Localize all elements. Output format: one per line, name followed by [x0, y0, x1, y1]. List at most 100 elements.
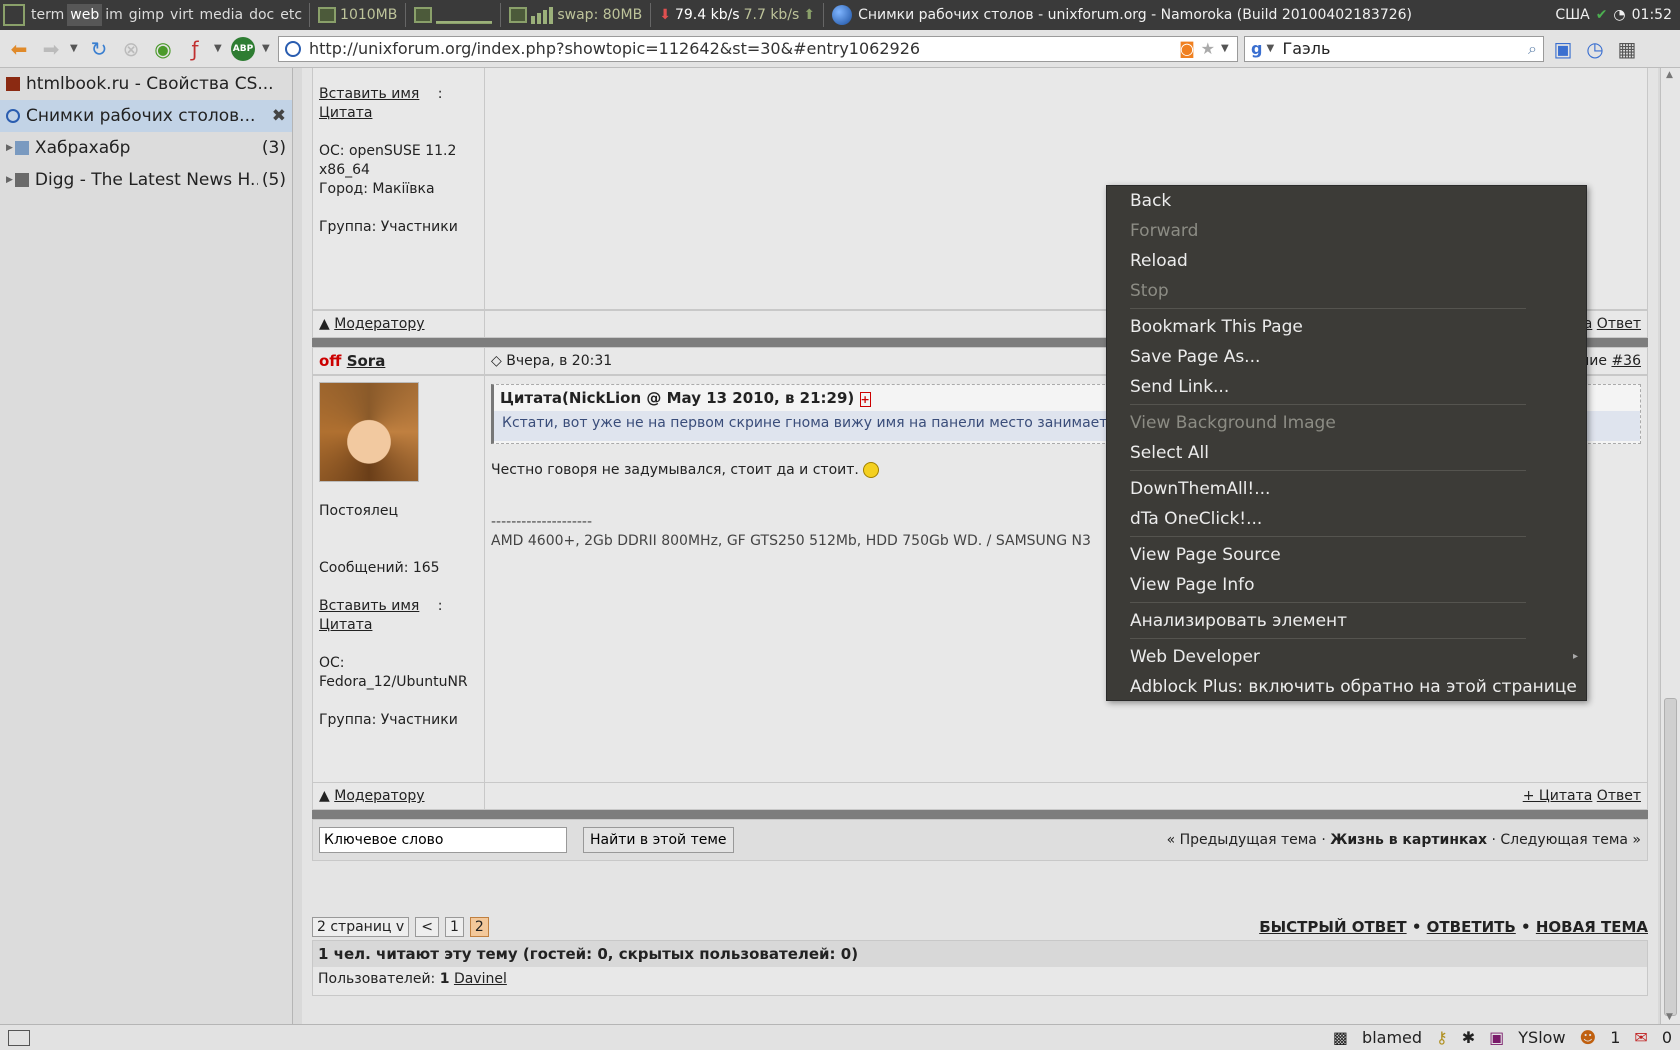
page-1[interactable]: 1 — [444, 917, 464, 937]
keyboard-layout[interactable]: США — [1555, 7, 1589, 23]
forward-button[interactable]: ➡ — [38, 36, 64, 62]
prev-page-button[interactable]: < — [415, 917, 439, 937]
mail-icon[interactable]: ✉ — [1634, 1028, 1647, 1047]
keyword-input[interactable] — [319, 827, 567, 853]
sidebar-tab-digg[interactable]: ▶ Digg - The Latest News H... (5) — [0, 164, 292, 196]
menu-separator — [1130, 536, 1526, 537]
clock[interactable]: 01:52 — [1632, 7, 1672, 23]
expand-arrow-icon[interactable]: ▶ — [6, 175, 13, 185]
stop-button[interactable]: ⊗ — [118, 36, 144, 62]
blamed-icon[interactable]: ▩ — [1333, 1028, 1348, 1047]
moderator-link[interactable]: Модератору — [334, 788, 424, 804]
cpu-monitor — [410, 6, 496, 24]
sidebar-tab-htmlbook[interactable]: htmlbook.ru - Свойства CS... — [0, 68, 292, 100]
quick-reply-link[interactable]: БЫСТРЫЙ ОТВЕТ — [1259, 918, 1406, 936]
reply-topic-link[interactable]: ОТВЕТИТЬ — [1427, 918, 1516, 936]
status-icon[interactable] — [8, 1029, 30, 1046]
menu-item-dta-oneclick[interactable]: dTa OneClick!... — [1107, 504, 1586, 534]
close-tab-icon[interactable]: ✖ — [272, 106, 286, 126]
user-link[interactable]: Davinel — [454, 971, 507, 987]
workspace-etc[interactable]: etc — [277, 4, 305, 26]
adblock-button[interactable]: ABP — [230, 36, 256, 62]
adblock-dropdown-icon[interactable]: ▼ — [262, 43, 272, 54]
reload-button[interactable]: ↻ — [86, 36, 112, 62]
extension-green-icon[interactable]: ◉ — [150, 36, 176, 62]
search-input[interactable]: Гаэль — [1282, 39, 1528, 58]
scroll-down-icon[interactable]: ▼ — [1666, 1012, 1673, 1022]
feed-count[interactable]: 1 — [1610, 1028, 1620, 1047]
back-button[interactable]: ⬅ — [6, 36, 32, 62]
menu-item-reload[interactable]: Reload — [1107, 246, 1586, 276]
reply-link[interactable]: Ответ — [1597, 316, 1641, 332]
workspace-im[interactable]: im — [102, 4, 126, 26]
pages-dropdown[interactable]: 2 страниц v — [312, 917, 410, 937]
url-text[interactable]: http://unixforum.org/index.php?showtopic… — [309, 39, 1179, 58]
menu-item-view-page-source[interactable]: View Page Source — [1107, 540, 1586, 570]
entry-number-link[interactable]: #36 — [1611, 353, 1641, 369]
reply-link[interactable]: Ответ — [1597, 788, 1641, 804]
workspace-doc[interactable]: doc — [246, 4, 277, 26]
url-dropdown-icon[interactable]: ▼ — [1221, 43, 1231, 54]
scroll-thumb[interactable] — [1664, 698, 1677, 1016]
workspace-virt[interactable]: virt — [167, 4, 196, 26]
workspace-term[interactable]: term — [28, 4, 67, 26]
insert-name-link[interactable]: Вставить имя — [319, 86, 419, 102]
history-dropdown-icon[interactable]: ▼ — [70, 43, 80, 54]
menu-item-bookmark-this-page[interactable]: Bookmark This Page — [1107, 312, 1586, 342]
menu-item-back[interactable]: Back — [1107, 186, 1586, 216]
key-icon[interactable]: ⚷ — [1436, 1028, 1448, 1047]
menu-item-save-page-as[interactable]: Save Page As... — [1107, 342, 1586, 372]
window-title[interactable]: Снимки рабочих столов - unixforum.org - … — [828, 5, 1412, 25]
robot-icon[interactable]: ☻ — [1580, 1028, 1597, 1047]
search-engine-dropdown-icon[interactable]: ▼ — [1266, 43, 1276, 54]
scroll-up-icon[interactable]: ▲ — [1666, 70, 1673, 80]
flash-dropdown-icon[interactable]: ▼ — [214, 43, 224, 54]
forum-link[interactable]: Жизнь в картинках — [1330, 832, 1487, 848]
readers-box: 1 чел. читают эту тему (гостей: 0, скрыт… — [312, 940, 1648, 996]
menu-separator — [1130, 470, 1526, 471]
moderator-link[interactable]: Модератору — [334, 316, 424, 332]
url-bar[interactable]: http://unixforum.org/index.php?showtopic… — [278, 35, 1238, 62]
check-icon[interactable]: ✔ — [1596, 7, 1608, 23]
search-icon[interactable]: ⌕ — [1528, 39, 1537, 59]
screenshot-icon[interactable]: ▦ — [1614, 36, 1640, 62]
insert-name-link[interactable]: Вставить имя — [319, 598, 419, 614]
quote-link[interactable]: Цитата — [319, 617, 372, 633]
bug-icon[interactable]: ✱ — [1462, 1028, 1475, 1047]
menu-item-анализировать-элемент[interactable]: Анализировать элемент — [1107, 606, 1586, 636]
search-topic-button[interactable]: Найти в этой теме — [583, 827, 734, 853]
blamed-label[interactable]: blamed — [1362, 1028, 1422, 1047]
unixforum-favicon — [6, 109, 20, 123]
quote-action-link[interactable]: + Цитата — [1523, 788, 1593, 804]
menu-item-web-developer[interactable]: Web Developer ▸ — [1107, 642, 1586, 672]
menu-item-select-all[interactable]: Select All — [1107, 438, 1586, 468]
bookmarks-icon[interactable]: ▣ — [1550, 36, 1576, 62]
history-clock-icon[interactable]: ◷ — [1582, 36, 1608, 62]
menu-item-send-link[interactable]: Send Link... — [1107, 372, 1586, 402]
new-topic-link[interactable]: НОВАЯ ТЕМА — [1536, 918, 1648, 936]
workspace-web[interactable]: web — [67, 4, 103, 26]
workspace-gimp[interactable]: gimp — [126, 4, 167, 26]
sidebar-tab-habrahabr[interactable]: ▶ Хабрахабр (3) — [0, 132, 292, 164]
sidebar-tab-unixforum[interactable]: Снимки рабочих столов... ✖ — [0, 100, 292, 132]
bookmark-star-icon[interactable]: ★ — [1201, 39, 1215, 58]
distro-icon[interactable] — [3, 4, 25, 26]
workspace-media[interactable]: media — [196, 4, 246, 26]
rss-icon[interactable]: ◙ — [1179, 39, 1195, 58]
mail-count[interactable]: 0 — [1662, 1028, 1672, 1047]
menu-item-downthemall[interactable]: DownThemAll!... — [1107, 474, 1586, 504]
menu-item-view-page-info[interactable]: View Page Info — [1107, 570, 1586, 600]
author-link[interactable]: Sora — [347, 352, 386, 370]
vertical-scrollbar[interactable]: ▲ ▼ — [1660, 68, 1680, 1024]
yslow-label[interactable]: YSlow — [1518, 1028, 1565, 1047]
google-search-icon[interactable]: g — [1251, 39, 1262, 58]
expand-arrow-icon[interactable]: ▶ — [6, 143, 13, 153]
flash-block-icon[interactable]: ƒ — [182, 36, 208, 62]
search-bar[interactable]: g ▼ Гаэль ⌕ — [1244, 35, 1544, 62]
prev-topic-link[interactable]: « Предыдущая тема — [1167, 832, 1317, 848]
quote-link[interactable]: Цитата — [319, 105, 372, 121]
next-topic-link[interactable]: Следующая тема » — [1500, 832, 1641, 848]
menu-item-adblock-plus-включить-обратно-на-этой-странице[interactable]: Adblock Plus: включить обратно на этой с… — [1107, 672, 1586, 702]
quote-jump-icon[interactable]: + — [859, 392, 871, 407]
yslow-icon[interactable]: ▣ — [1489, 1028, 1504, 1047]
